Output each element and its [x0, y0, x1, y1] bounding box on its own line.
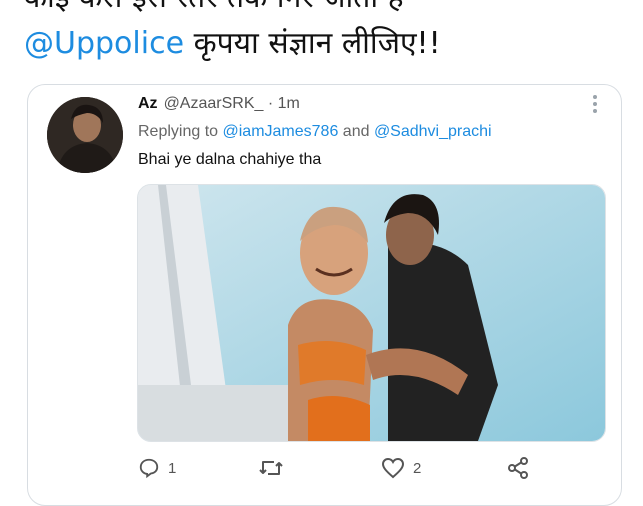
- handle[interactable]: @AzaarSRK_: [164, 95, 264, 112]
- reply-mention-2[interactable]: @Sadhvi_prachi: [374, 123, 492, 140]
- replying-to: Replying to @iamJames786 and @Sadhvi_pra…: [138, 123, 492, 141]
- tweet-image[interactable]: [137, 184, 606, 442]
- uppolice-mention[interactable]: @Uppolice: [24, 26, 184, 61]
- like-count: 2: [413, 459, 422, 477]
- reply-icon: [138, 457, 160, 479]
- reply-mention-1[interactable]: @iamJames786: [223, 123, 339, 140]
- tweet-card[interactable]: Az @AzaarSRK_ · 1m Replying to @iamJames7…: [27, 84, 622, 506]
- more-options-icon[interactable]: [593, 95, 599, 113]
- replying-label: Replying to: [138, 123, 219, 140]
- retweet-icon: [258, 457, 284, 479]
- caption-text: कृपया संज्ञान लीजिए!!: [184, 26, 441, 61]
- tweet-header: Az @AzaarSRK_ · 1m: [138, 95, 300, 113]
- reply-count: 1: [168, 459, 177, 477]
- reply-button[interactable]: 1: [138, 457, 176, 479]
- avatar[interactable]: [47, 97, 123, 173]
- share-button[interactable]: [506, 457, 530, 479]
- separator: ·: [267, 95, 274, 112]
- heart-icon: [381, 457, 405, 479]
- meme-caption: @Uppolice कृपया संज्ञान लीजिए!!: [24, 24, 441, 64]
- like-button[interactable]: 2: [381, 457, 421, 479]
- retweet-button[interactable]: [258, 457, 292, 479]
- tweet-actions: 1 2: [132, 457, 552, 481]
- meme-top-text: कोई कैसे इस स्तर तक गिर जाता है: [24, 0, 404, 18]
- timestamp[interactable]: 1m: [278, 95, 300, 112]
- tweet-text: Bhai ye dalna chahiye tha: [138, 151, 322, 168]
- share-icon: [506, 457, 530, 479]
- display-name[interactable]: Az: [138, 95, 158, 112]
- reply-and: and: [338, 123, 374, 140]
